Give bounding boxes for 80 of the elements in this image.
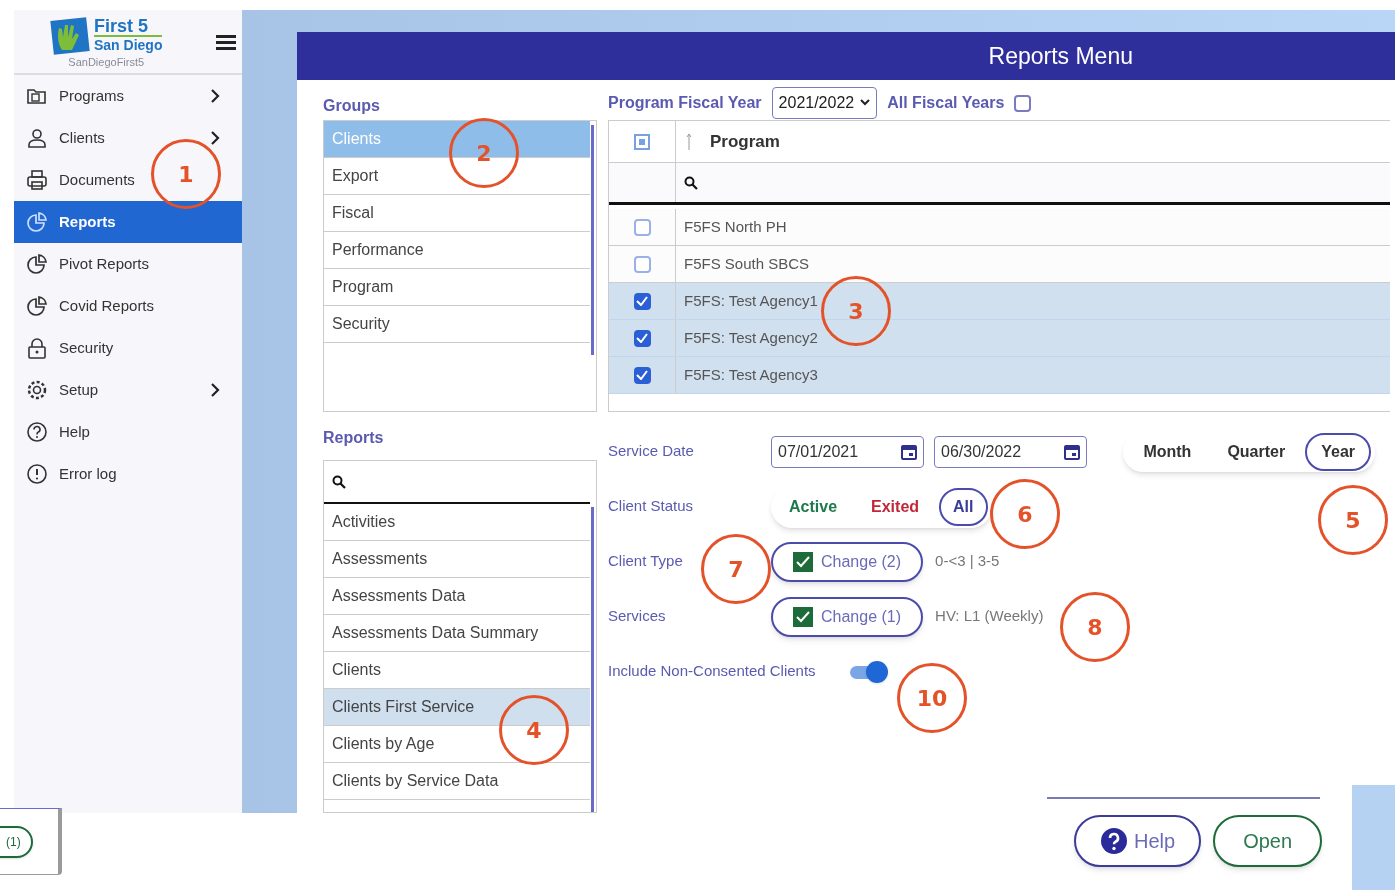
field-label: All Fiscal Years: [887, 93, 1005, 113]
help-icon: [1100, 827, 1128, 855]
calendar-icon: [901, 443, 917, 460]
callout-marker: 6: [990, 479, 1060, 549]
checkbox[interactable]: [633, 218, 651, 236]
callout-marker: 1: [151, 139, 221, 209]
settings-icon: [26, 379, 48, 401]
selection-summary: 0-<3 | 3-5: [935, 551, 1000, 572]
table-cell-text: F5FS: Test Agency2: [684, 327, 818, 348]
sidebar-item[interactable]: Reports: [14, 201, 242, 243]
section-label: Reports: [323, 428, 385, 448]
period-tab[interactable]: Quarter: [1211, 432, 1302, 471]
section-label: Groups: [323, 96, 381, 116]
checkbox[interactable]: [633, 366, 651, 384]
checkbox[interactable]: [633, 292, 651, 310]
checkbox[interactable]: [1014, 94, 1032, 112]
callout-marker: 8: [1060, 592, 1130, 662]
help-icon: [26, 421, 48, 443]
status-tab[interactable]: Active: [775, 487, 852, 526]
field-label: Service Date: [608, 441, 694, 462]
printer-icon: [26, 169, 48, 191]
toggle-switch[interactable]: [848, 660, 888, 683]
open-button[interactable]: Open: [1213, 815, 1323, 867]
callout-marker: 4: [499, 695, 569, 765]
menu-button[interactable]: [216, 34, 236, 50]
callout-marker: 5: [1318, 485, 1388, 555]
callout-marker: 10: [897, 663, 967, 733]
status-tab[interactable]: Exited: [857, 487, 934, 526]
callout-marker: 3: [821, 276, 891, 346]
count-button[interactable]: (1): [0, 825, 33, 858]
select-all-checkbox[interactable]: [634, 133, 650, 150]
period-tab[interactable]: Month: [1127, 432, 1208, 471]
table-cell-text: F5FS North PH: [684, 216, 787, 237]
checkmark-icon: [636, 296, 648, 306]
callout-marker: 7: [701, 534, 771, 604]
date-field[interactable]: 06/30/2022: [934, 435, 1087, 468]
sidebar-item[interactable]: Error log: [14, 453, 139, 495]
sidebar-item[interactable]: Programs: [14, 75, 242, 117]
fiscal-year-dropdown[interactable]: 2021/2022: [771, 87, 878, 119]
chevron-down-icon: [860, 99, 871, 107]
checkbox[interactable]: [633, 329, 651, 347]
search-icon: [332, 474, 346, 489]
field-label: Services: [608, 606, 666, 627]
sidebar-item[interactable]: Help: [14, 411, 112, 453]
date-field[interactable]: 07/01/2021: [771, 435, 924, 468]
checkmark-icon: [636, 370, 648, 380]
change-button[interactable]: Change (2): [771, 541, 924, 582]
field-label: Include Non-Consented Clients: [608, 661, 816, 682]
menu-icon: [216, 34, 236, 50]
field-label: Client Type: [608, 551, 683, 572]
sidebar-item[interactable]: Security: [14, 327, 136, 369]
error-icon: [26, 463, 48, 485]
table-cell-text: F5FS South SBCS: [684, 253, 810, 274]
calendar-icon: [1064, 443, 1080, 460]
logo-caption: SanDiegoFirst5: [68, 55, 145, 68]
column-header[interactable]: Program: [710, 128, 780, 155]
checkmark-icon: [636, 333, 648, 343]
selection-summary: HV: L1 (Weekly): [935, 606, 1044, 627]
status-tab[interactable]: All: [939, 487, 988, 526]
pie-chart-icon: [26, 295, 48, 317]
checkbox[interactable]: [633, 255, 651, 273]
table-cell-text: F5FS: Test Agency3: [684, 364, 818, 385]
sidebar-item[interactable]: Setup: [14, 369, 242, 411]
sidebar-item[interactable]: Covid Reports: [14, 285, 177, 327]
sort-arrow-icon: [686, 132, 692, 151]
sidebar-item[interactable]: Pivot Reports: [14, 243, 172, 285]
field-label: Program Fiscal Year: [608, 93, 762, 113]
change-button[interactable]: Change (1): [771, 596, 924, 637]
panel-title: Reports Menu: [988, 41, 1133, 71]
pie-chart-icon: [26, 253, 48, 275]
period-tab[interactable]: Year: [1305, 432, 1371, 471]
pie-chart-icon: [26, 211, 48, 233]
logo-title: First 5: [94, 17, 150, 35]
logo-subtitle: San Diego: [94, 34, 163, 54]
field-label: Client Status: [608, 496, 694, 517]
person-icon: [26, 127, 48, 149]
search-icon: [684, 175, 698, 190]
help-button[interactable]: Help: [1074, 815, 1202, 867]
table-cell-text: F5FS: Test Agency1: [684, 290, 818, 311]
lock-icon: [26, 337, 48, 359]
